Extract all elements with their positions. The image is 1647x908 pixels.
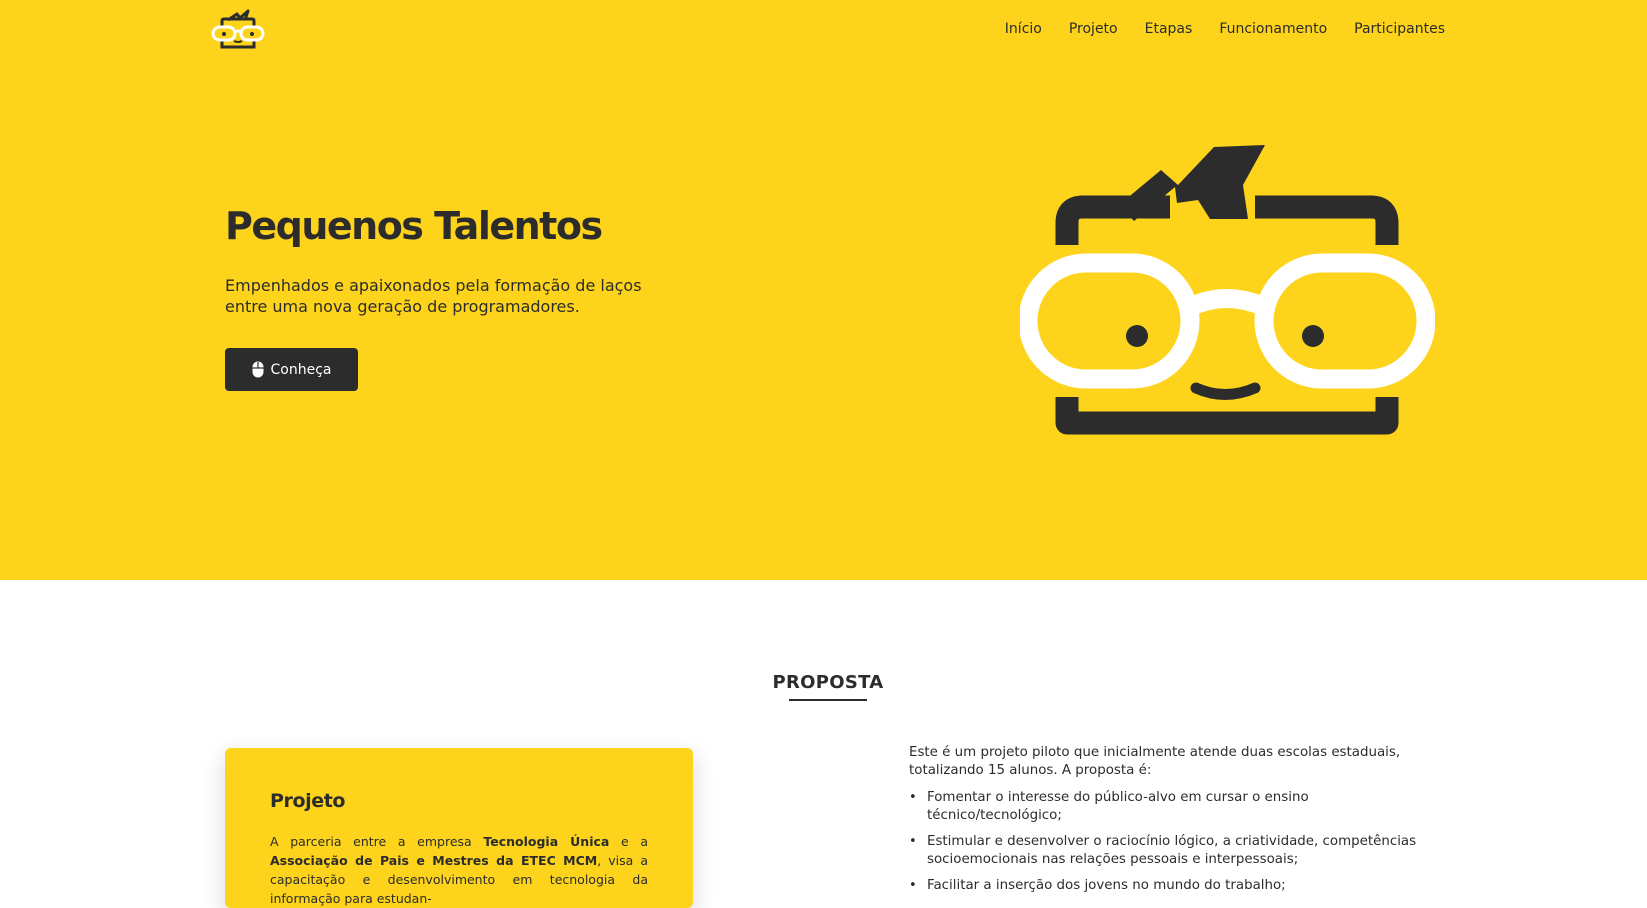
hero-subtitle: Empenhados e apaixonados pela formação d… bbox=[225, 276, 642, 316]
nav-etapas[interactable]: Etapas bbox=[1145, 21, 1193, 37]
list-item: • Facilitar a inserção dos jovens no mund… bbox=[909, 877, 1435, 895]
nav-funcionamento[interactable]: Funcionamento bbox=[1219, 21, 1327, 37]
top-navbar: Início Projeto Etapas Funcionamento Part… bbox=[0, 0, 1647, 60]
list-item-text: Facilitar a inserção dos jovens no mundo… bbox=[927, 878, 1286, 893]
main-nav: Início Projeto Etapas Funcionamento Part… bbox=[1005, 21, 1445, 37]
projeto-card: Projeto A parceria entre a empresa Tecno… bbox=[225, 748, 693, 908]
card-text-part: e a bbox=[609, 834, 648, 849]
nerd-face-mascot-illustration bbox=[1020, 145, 1435, 435]
conheca-button[interactable]: Conheça bbox=[225, 348, 358, 391]
card-text-part: A parceria entre a empresa bbox=[270, 834, 484, 849]
hero-title: Pequenos Talentos bbox=[225, 204, 603, 248]
nav-projeto[interactable]: Projeto bbox=[1069, 21, 1118, 37]
list-item: • Estimular e desenvolver o raciocínio ló… bbox=[909, 833, 1435, 869]
proposta-list: • Fomentar o interesse do público-alvo em… bbox=[909, 789, 1435, 903]
bullet-icon: • bbox=[909, 878, 917, 893]
list-item: • Fomentar o interesse do público-alvo em… bbox=[909, 789, 1435, 825]
bullet-icon: • bbox=[909, 790, 917, 805]
nav-participantes[interactable]: Participantes bbox=[1354, 21, 1445, 37]
section-title-underline bbox=[789, 699, 867, 701]
association-name: Associação de Pais e Mestres da ETEC MCM bbox=[270, 853, 598, 868]
conheca-button-label: Conheça bbox=[270, 361, 332, 378]
proposta-section-title: PROPOSTA bbox=[772, 672, 884, 693]
list-item-text: Fomentar o interesse do público-alvo em … bbox=[927, 790, 1309, 823]
company-name: Tecnologia Única bbox=[483, 834, 610, 849]
nerd-face-logo-icon[interactable] bbox=[210, 6, 266, 50]
projeto-card-text: A parceria entre a empresa Tecnologia Ún… bbox=[270, 832, 648, 908]
mouse-icon bbox=[252, 361, 263, 378]
nav-inicio[interactable]: Início bbox=[1005, 21, 1042, 37]
bullet-icon: • bbox=[909, 834, 917, 849]
hero-section: Início Projeto Etapas Funcionamento Part… bbox=[0, 0, 1647, 580]
projeto-card-title: Projeto bbox=[270, 790, 346, 812]
list-item-text: Estimular e desenvolver o raciocínio lóg… bbox=[927, 834, 1417, 867]
proposta-intro: Este é um projeto piloto que inicialment… bbox=[909, 745, 1401, 778]
